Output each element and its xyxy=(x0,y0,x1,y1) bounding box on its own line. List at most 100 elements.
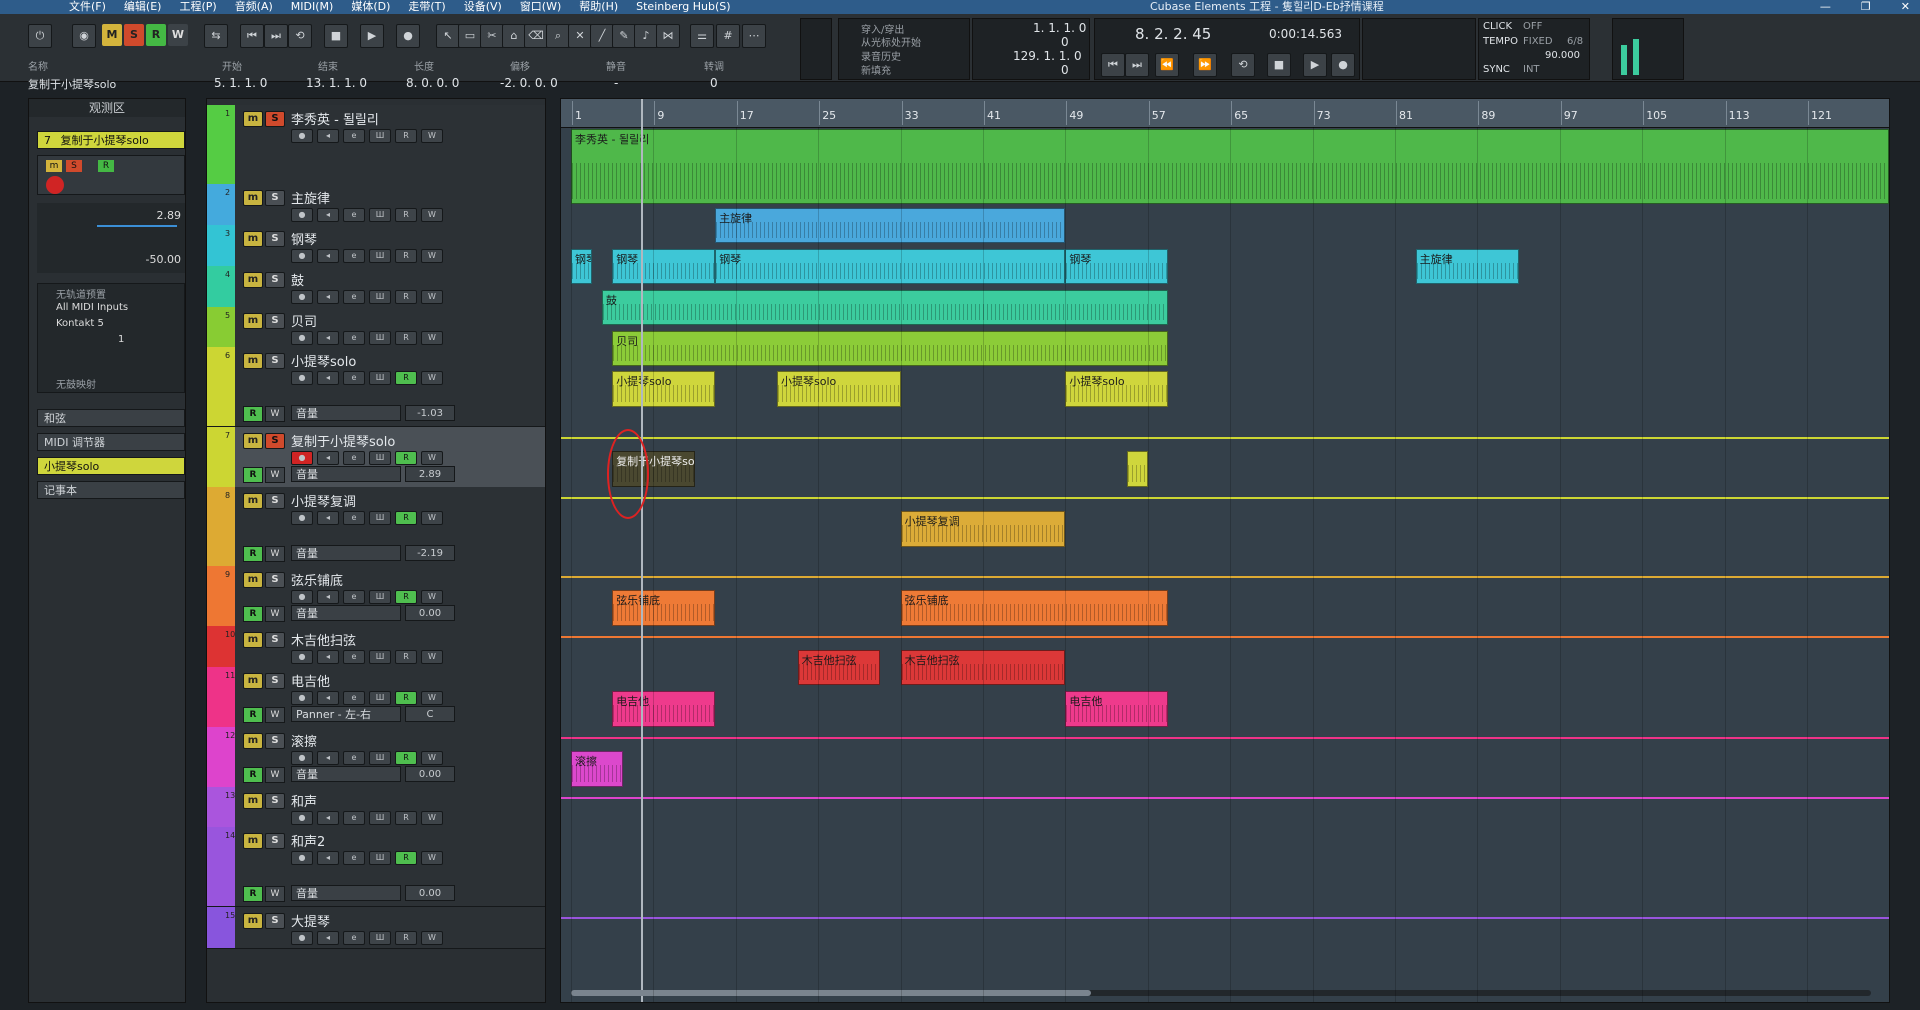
inspector-read-button[interactable]: R xyxy=(98,160,114,172)
locator-zero-a[interactable]: 0 xyxy=(1061,35,1069,49)
read-button[interactable]: R xyxy=(395,751,417,765)
snap-icon[interactable]: ⋈ xyxy=(656,24,680,48)
record-enable-icon[interactable]: ● xyxy=(291,590,313,604)
mute-all-button[interactable]: M xyxy=(102,24,122,46)
record-enable-icon[interactable]: ● xyxy=(291,511,313,525)
new-fill-label[interactable]: 新填充 xyxy=(861,62,891,77)
track-name[interactable]: 李秀英 - 될릴리 xyxy=(291,109,379,128)
track-solo-button[interactable]: S xyxy=(265,272,285,288)
record-enable-icon[interactable]: ● xyxy=(291,371,313,385)
track-color-strip[interactable]: 8 xyxy=(207,487,235,566)
cycle-icon[interactable]: ⟲ xyxy=(288,24,312,48)
event-part[interactable]: 电吉他 xyxy=(1065,691,1169,727)
read-button[interactable]: R xyxy=(395,249,417,263)
play-icon[interactable]: ▶ xyxy=(360,24,384,48)
track-solo-button[interactable]: S xyxy=(265,733,285,749)
menu-hub[interactable]: Steinberg Hub(S) xyxy=(627,0,739,14)
monitor-icon[interactable]: ◂ xyxy=(317,931,339,945)
offset-value[interactable]: -2. 0. 0. 0 xyxy=(500,76,558,90)
edit-icon[interactable]: e xyxy=(343,451,365,465)
track-color-strip[interactable]: 5 xyxy=(207,307,235,348)
inspector-volume[interactable]: 2.89 xyxy=(157,209,182,222)
track-row[interactable]: 11 m S 电吉他 ● ◂ e Ш R W R W Panner - 左-右 C xyxy=(207,667,545,728)
menu-devices[interactable]: 设备(V) xyxy=(455,0,511,14)
volume-slider[interactable] xyxy=(97,225,177,227)
automation-value[interactable]: -1.03 xyxy=(405,405,455,421)
menu-edit[interactable]: 编辑(E) xyxy=(115,0,171,14)
menu-transport[interactable]: 走带(T) xyxy=(399,0,454,14)
read-button[interactable]: R xyxy=(395,691,417,705)
transpose-value[interactable]: 0 xyxy=(710,76,718,90)
write-button[interactable]: W xyxy=(421,590,443,604)
midi-output-select[interactable]: Kontakt 5 xyxy=(56,318,104,329)
track-row[interactable]: 7 m S 复制于小提琴solo ● ◂ e Ш R W R W 音量 2.89 xyxy=(207,427,545,488)
glue-icon[interactable]: ⌂ xyxy=(502,24,526,48)
track-mute-button[interactable]: m xyxy=(243,493,263,509)
track-solo-button[interactable]: S xyxy=(265,793,285,809)
tempo-mode[interactable]: FIXED xyxy=(1523,36,1553,47)
automation-parameter-select[interactable]: 音量 xyxy=(291,605,401,621)
track-color-strip[interactable]: 14 xyxy=(207,827,235,906)
sync-label[interactable]: SYNC xyxy=(1483,64,1510,75)
track-color-strip[interactable]: 7 xyxy=(207,427,235,487)
automation-write-button[interactable]: W xyxy=(265,467,285,483)
section-chords[interactable]: 和弦 xyxy=(37,409,185,427)
minimize-icon[interactable]: — xyxy=(1820,0,1831,14)
start-value[interactable]: 5. 1. 1. 0 xyxy=(214,76,267,90)
click-label[interactable]: CLICK xyxy=(1483,21,1512,32)
monitor-icon[interactable]: ◂ xyxy=(317,691,339,705)
track-row[interactable]: 12 m S 滚擦 ● ◂ e Ш R W R W 音量 0.00 xyxy=(207,727,545,788)
event-part[interactable]: 钢琴 xyxy=(571,249,592,284)
track-color-strip[interactable]: 12 xyxy=(207,727,235,787)
automation-write-button[interactable]: W xyxy=(265,767,285,783)
track-mute-button[interactable]: m xyxy=(243,913,263,929)
constrain-icon[interactable]: ◉ xyxy=(72,24,96,48)
read-button[interactable]: R xyxy=(395,208,417,222)
read-button[interactable]: R xyxy=(395,811,417,825)
event-part[interactable] xyxy=(1127,451,1148,487)
track-row[interactable]: 9 m S 弦乐铺底 ● ◂ e Ш R W R W 音量 0.00 xyxy=(207,566,545,627)
track-color-strip[interactable]: 9 xyxy=(207,566,235,626)
edit-icon[interactable]: e xyxy=(343,851,365,865)
track-mute-button[interactable]: m xyxy=(243,353,263,369)
mute-value[interactable]: - xyxy=(614,76,618,90)
event-part[interactable]: 钢琴 xyxy=(612,249,716,284)
monitor-icon[interactable]: ◂ xyxy=(317,751,339,765)
monitor-icon[interactable]: ◂ xyxy=(317,650,339,664)
record-enable-icon[interactable]: ● xyxy=(291,650,313,664)
monitor-icon[interactable]: ◂ xyxy=(317,290,339,304)
edit-icon[interactable]: e xyxy=(343,331,365,345)
event-part[interactable]: 鼓 xyxy=(601,290,1169,325)
click-value[interactable]: OFF xyxy=(1523,21,1542,32)
track-solo-button[interactable]: S xyxy=(265,673,285,689)
track-row[interactable]: 15 m S 大提琴 ● ◂ e Ш R W xyxy=(207,907,545,949)
locator-right[interactable]: 129. 1. 1. 0 xyxy=(1013,49,1082,63)
monitor-icon[interactable]: ◂ xyxy=(317,851,339,865)
track-name[interactable]: 和声 xyxy=(291,791,317,810)
transport-play-icon[interactable]: ▶ xyxy=(1303,53,1327,77)
track-row[interactable]: 3 m S 钢琴 ● ◂ e Ш R W xyxy=(207,225,545,267)
horizontal-scrollbar[interactable] xyxy=(571,990,1871,996)
record-enable-icon[interactable]: ● xyxy=(291,290,313,304)
read-button[interactable]: R xyxy=(395,650,417,664)
automation-write-button[interactable]: W xyxy=(265,546,285,562)
inspector-track-name[interactable]: 7 复制于小提琴solo xyxy=(37,131,185,149)
inspector-record-icon[interactable] xyxy=(46,176,64,194)
track-color-strip[interactable]: 4 xyxy=(207,266,235,307)
menu-window[interactable]: 窗口(W) xyxy=(511,0,570,14)
track-name[interactable]: 钢琴 xyxy=(291,229,317,248)
line-tool-icon[interactable]: ╱ xyxy=(590,24,614,48)
track-row[interactable]: 10 m S 木吉他扫弦 ● ◂ e Ш R W xyxy=(207,626,545,668)
read-button[interactable]: R xyxy=(395,290,417,304)
read-button[interactable]: R xyxy=(395,451,417,465)
track-solo-button[interactable]: S xyxy=(265,313,285,329)
menu-midi[interactable]: MIDI(M) xyxy=(282,0,343,14)
split-icon[interactable]: ✂ xyxy=(480,24,504,48)
track-mute-button[interactable]: m xyxy=(243,733,263,749)
event-part[interactable]: 小提琴solo xyxy=(612,371,716,407)
track-color-strip[interactable]: 1 xyxy=(207,105,235,184)
edit-icon[interactable]: e xyxy=(343,811,365,825)
track-color-strip[interactable]: 6 xyxy=(207,347,235,426)
monitor-icon[interactable]: ◂ xyxy=(317,249,339,263)
lanes-icon[interactable]: Ш xyxy=(369,650,391,664)
